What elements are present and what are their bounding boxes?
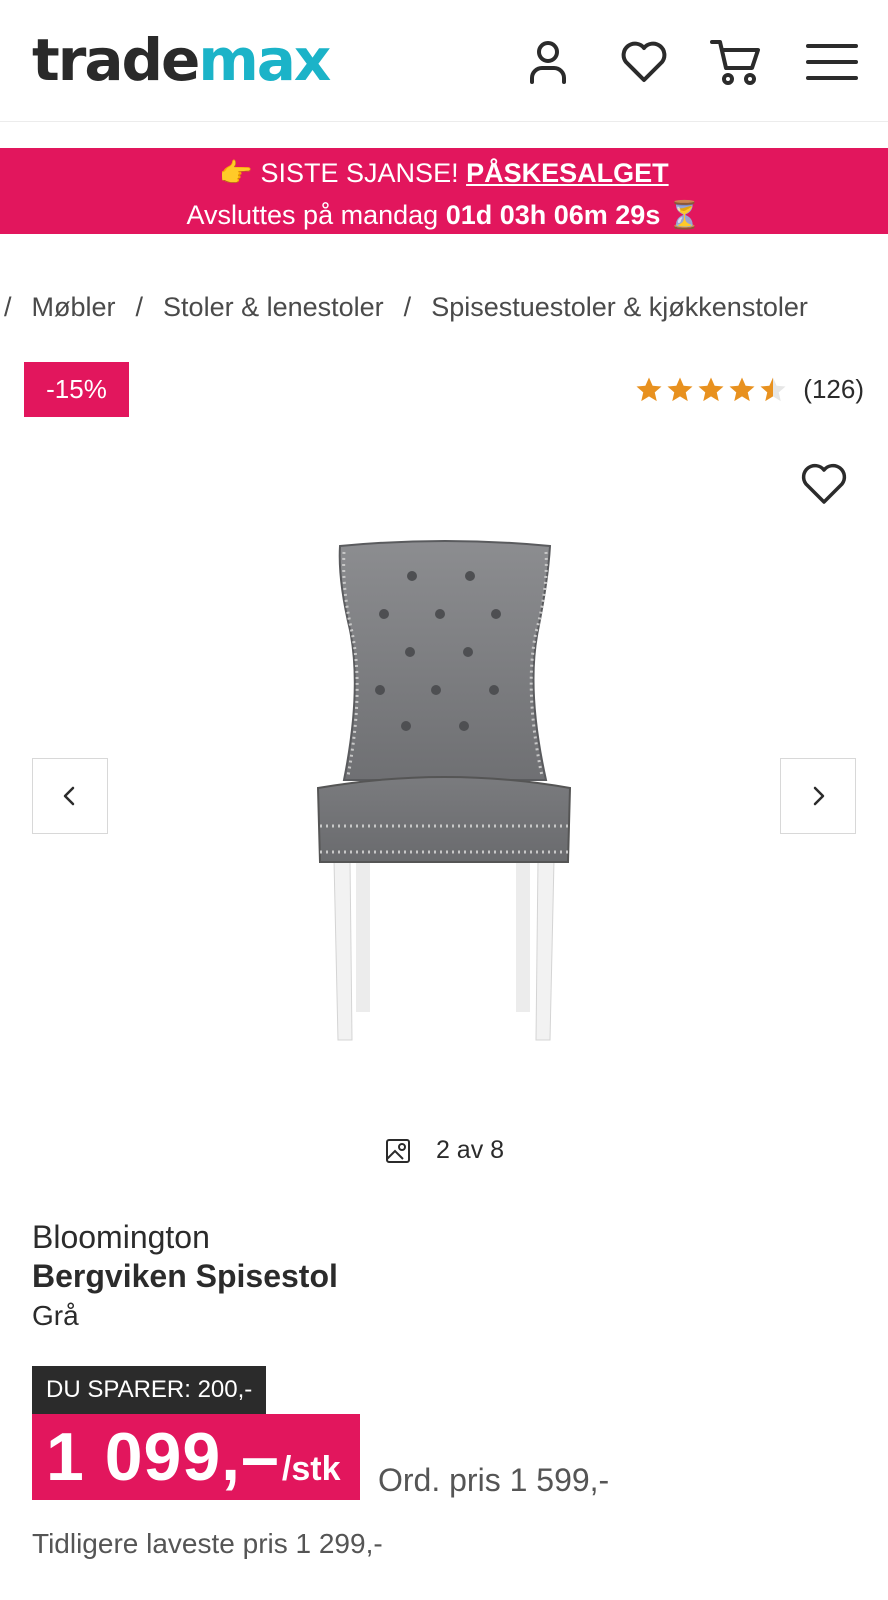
pointing-hand-emoji: 👉 xyxy=(219,158,253,188)
breadcrumb-item-mobler[interactable]: Møbler xyxy=(32,292,116,322)
dining-chair-illustration xyxy=(316,540,572,1041)
promo-prefix: SISTE SJANSE! xyxy=(260,158,459,188)
star-icon xyxy=(636,377,662,401)
image-icon xyxy=(385,1138,410,1163)
product-brand[interactable]: Bloomington xyxy=(32,1218,210,1256)
user-icon[interactable] xyxy=(518,32,578,92)
promo-link[interactable]: PÅSKESALGET xyxy=(466,158,669,188)
heart-icon[interactable] xyxy=(614,32,674,92)
chevron-left-icon xyxy=(63,786,75,806)
hourglass-emoji: ⏳ xyxy=(667,200,702,230)
product-variant: Grå xyxy=(32,1300,79,1331)
star-icon xyxy=(667,377,693,401)
cart-icon[interactable] xyxy=(706,32,766,92)
rating-count[interactable]: (126) xyxy=(803,374,864,405)
chevron-right-icon xyxy=(813,786,825,806)
promo-line-1: 👉 SISTE SJANSE! PÅSKESALGET xyxy=(0,156,888,190)
logo-text-trade: trade xyxy=(32,26,200,94)
star-icon xyxy=(698,377,724,401)
breadcrumb-separator: / xyxy=(403,292,412,322)
discount-badge: -15% xyxy=(24,362,129,417)
promo-line-2: Avsluttes på mandag 01d 03h 06m 29s ⏳ xyxy=(0,198,888,232)
breadcrumb-item-spisestuestoler[interactable]: Spisestuestoler & kjøkkenstoler xyxy=(431,292,808,322)
current-price: 1 099,– xyxy=(46,1419,280,1495)
menu-icon[interactable] xyxy=(802,32,862,92)
previous-lowest-price: Tidligere laveste pris 1 299,- xyxy=(32,1528,383,1559)
product-name: Bergviken Spisestol xyxy=(32,1258,338,1294)
site-header: trademax xyxy=(0,0,888,122)
image-counter-text: 2 av 8 xyxy=(435,1136,505,1164)
price-unit: /stk xyxy=(281,1450,341,1488)
promo-banner[interactable]: 👉 SISTE SJANSE! PÅSKESALGET Avsluttes på… xyxy=(0,148,888,234)
promo-ends-label: Avsluttes på mandag xyxy=(186,200,439,230)
breadcrumb: / Møbler / Stoler & lenestoler / Spisestuesto… xyxy=(4,290,808,324)
savings-badge: DU SPARER: 200,- xyxy=(32,1366,267,1414)
previous-image-button[interactable] xyxy=(32,758,108,834)
breadcrumb-item-stoler[interactable]: Stoler & lenestoler xyxy=(163,292,384,322)
image-counter: 2 av 8 xyxy=(0,1136,888,1165)
trademax-logo[interactable]: trademax xyxy=(32,26,331,94)
rating-stars xyxy=(634,375,789,405)
breadcrumb-separator: / xyxy=(4,292,12,322)
logo-text-max: max xyxy=(198,26,331,94)
add-to-wishlist-heart-icon[interactable] xyxy=(796,456,852,512)
next-image-button[interactable] xyxy=(780,758,856,834)
ordinary-price: Ord. pris 1 599,- xyxy=(378,1462,610,1498)
product-rating[interactable]: (126) xyxy=(634,374,864,405)
half-star-icon xyxy=(760,377,786,401)
star-icon xyxy=(729,377,755,401)
promo-countdown: 01d 03h 06m 29s xyxy=(445,200,661,230)
price-box: 1 099,– /stk xyxy=(32,1414,360,1500)
product-image[interactable] xyxy=(300,540,590,1050)
breadcrumb-separator: / xyxy=(135,292,144,322)
